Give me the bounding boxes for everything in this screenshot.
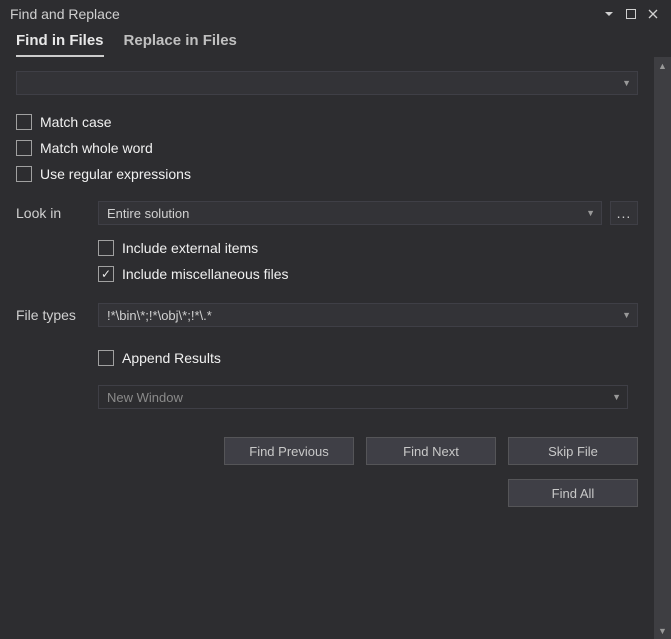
window-menu-icon[interactable] bbox=[601, 6, 617, 22]
match-case-checkbox[interactable] bbox=[16, 114, 32, 130]
chevron-down-icon: ▼ bbox=[586, 208, 595, 218]
tab-bar: Find in Files Replace in Files bbox=[0, 26, 671, 57]
look-in-label: Look in bbox=[16, 205, 90, 221]
maximize-icon[interactable] bbox=[623, 6, 639, 22]
file-types-label: File types bbox=[16, 307, 90, 323]
window-title: Find and Replace bbox=[10, 6, 601, 22]
chevron-down-icon: ▼ bbox=[612, 392, 621, 402]
use-regex-checkbox[interactable] bbox=[16, 166, 32, 182]
use-regex-label: Use regular expressions bbox=[40, 166, 191, 182]
results-window-value: New Window bbox=[107, 390, 183, 405]
look-in-select[interactable]: Entire solution ▼ bbox=[98, 201, 602, 225]
chevron-down-icon: ▼ bbox=[622, 310, 631, 320]
match-whole-word-label: Match whole word bbox=[40, 140, 153, 156]
ellipsis-icon: ... bbox=[617, 205, 632, 221]
file-types-value: !*\bin\*;!*\obj\*;!*\.* bbox=[107, 308, 212, 323]
include-misc-checkbox[interactable] bbox=[98, 266, 114, 282]
include-external-checkbox[interactable] bbox=[98, 240, 114, 256]
dialog-content: ▼ Match case Match whole word Use regula… bbox=[0, 57, 654, 639]
window-controls bbox=[601, 6, 661, 22]
skip-file-button[interactable]: Skip File bbox=[508, 437, 638, 465]
match-case-label: Match case bbox=[40, 114, 112, 130]
scrollbar[interactable]: ▲ ▼ bbox=[654, 57, 671, 639]
find-all-button[interactable]: Find All bbox=[508, 479, 638, 507]
scroll-down-icon[interactable]: ▼ bbox=[654, 622, 671, 639]
include-external-label: Include external items bbox=[122, 240, 258, 256]
results-window-select[interactable]: New Window ▼ bbox=[98, 385, 628, 409]
tab-replace-in-files[interactable]: Replace in Files bbox=[124, 32, 237, 57]
find-previous-button[interactable]: Find Previous bbox=[224, 437, 354, 465]
search-term-input[interactable]: ▼ bbox=[16, 71, 638, 95]
tab-find-in-files[interactable]: Find in Files bbox=[16, 32, 104, 57]
match-whole-word-checkbox[interactable] bbox=[16, 140, 32, 156]
chevron-down-icon: ▼ bbox=[622, 78, 631, 88]
append-results-label: Append Results bbox=[122, 350, 221, 366]
browse-button[interactable]: ... bbox=[610, 201, 638, 225]
close-icon[interactable] bbox=[645, 6, 661, 22]
find-next-button[interactable]: Find Next bbox=[366, 437, 496, 465]
include-misc-label: Include miscellaneous files bbox=[122, 266, 289, 282]
file-types-input[interactable]: !*\bin\*;!*\obj\*;!*\.* ▼ bbox=[98, 303, 638, 327]
titlebar: Find and Replace bbox=[0, 0, 671, 26]
append-results-checkbox[interactable] bbox=[98, 350, 114, 366]
scroll-up-icon[interactable]: ▲ bbox=[654, 57, 671, 74]
look-in-value: Entire solution bbox=[107, 206, 189, 221]
